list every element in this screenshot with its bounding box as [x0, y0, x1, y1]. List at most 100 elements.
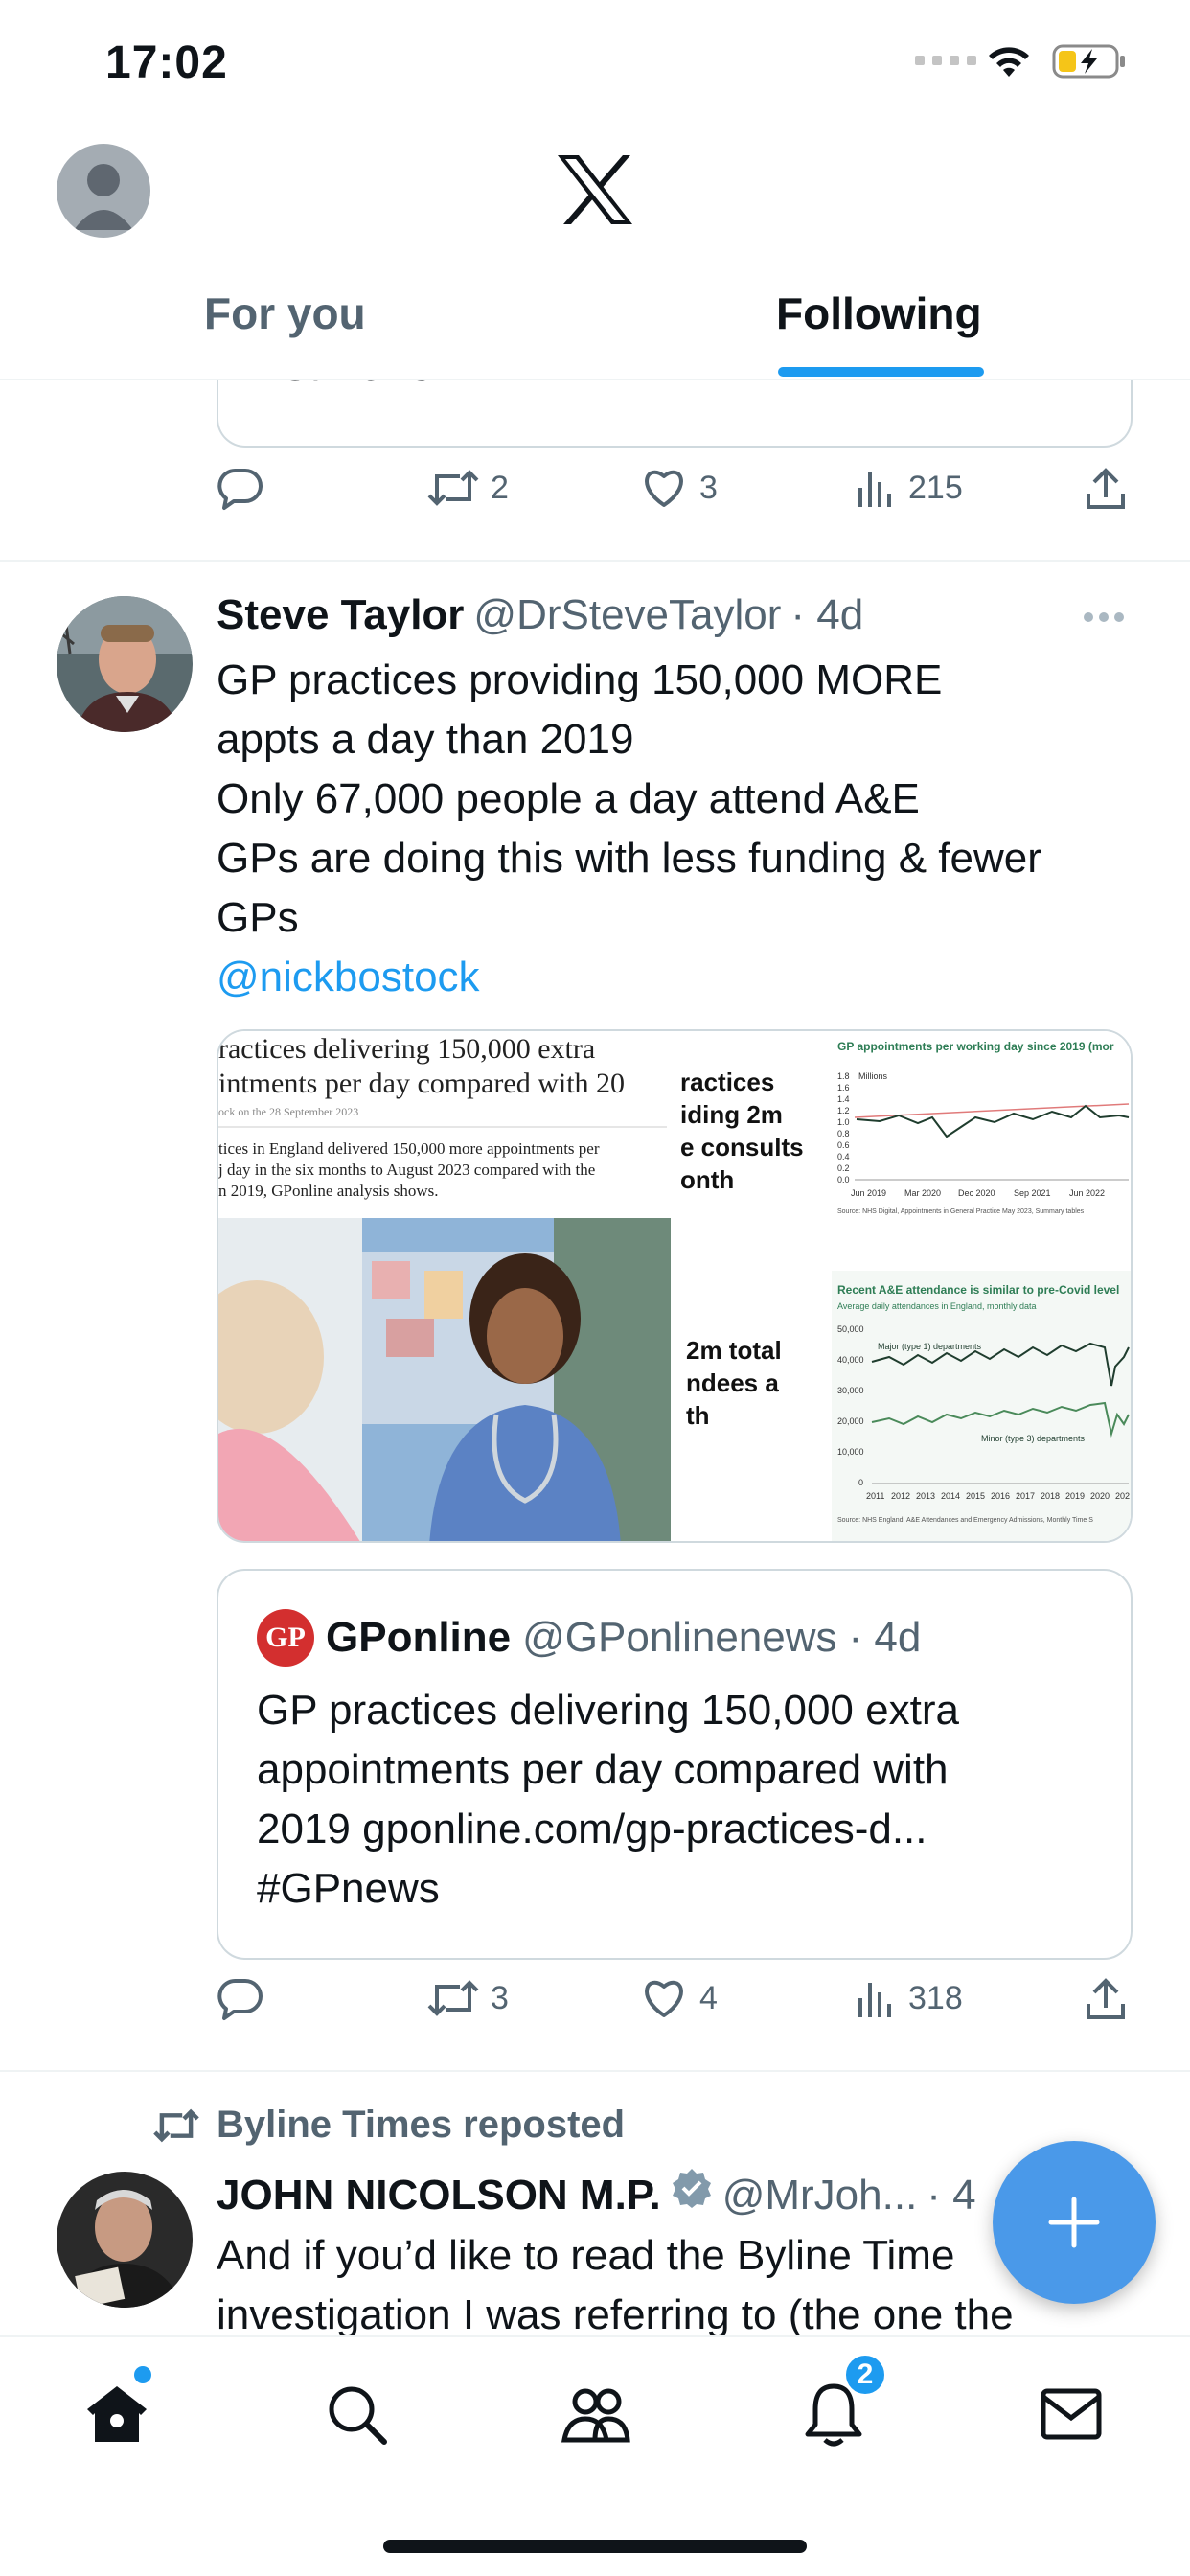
views-count: 215	[908, 469, 963, 506]
next-author-name[interactable]: JOHN NICOLSON M.P.	[217, 2172, 661, 2220]
quote-text: GP practices delivering 150,000 extra ap…	[257, 1681, 1110, 1919]
more-options-icon[interactable]	[1083, 610, 1125, 628]
mid-text: onth	[680, 1165, 734, 1194]
svg-text:1.6: 1.6	[837, 1083, 850, 1092]
quote-author-name: GPonline	[326, 1614, 512, 1661]
like-button[interactable]: 3	[640, 467, 718, 509]
chart2-source: Source: NHS England, A&E Attendances and…	[837, 1517, 1093, 1524]
like-button[interactable]: 4	[640, 1977, 718, 2019]
svg-text:1.4: 1.4	[837, 1094, 850, 1104]
article-text-2: j day in the six months to August 2023 c…	[218, 1161, 595, 1179]
svg-text:Dec 2020: Dec 2020	[958, 1188, 995, 1198]
retweet-button[interactable]: 3	[427, 1977, 509, 2019]
timeline-feed[interactable]: #GPnews 2 3 215	[0, 380, 1190, 2335]
author-name[interactable]: Steve Taylor	[217, 591, 464, 639]
chart2-minor-label: Minor (type 3) departments	[981, 1434, 1086, 1443]
battery-icon	[1052, 42, 1129, 85]
svg-text:2011: 2011	[866, 1491, 884, 1501]
wifi-icon	[985, 42, 1033, 85]
quote-time: · 4d	[848, 1614, 922, 1661]
svg-text:2019: 2019	[1065, 1491, 1085, 1501]
quoted-tweet[interactable]: GP GPonline @GPonlinenews · 4d GP practi…	[217, 1569, 1133, 1960]
tab-for-you[interactable]: For you	[204, 288, 366, 339]
views-button[interactable]: 215	[855, 467, 963, 509]
tweet-time[interactable]: · 4d	[790, 591, 863, 639]
quote-line: appointments per day compared with	[257, 1746, 949, 1793]
top-header: For you Following	[0, 134, 1190, 380]
heart-icon	[645, 470, 683, 507]
previous-link-card[interactable]: #GPnews	[217, 380, 1133, 448]
reply-icon	[217, 1979, 263, 2020]
article-text-1: tices in England delivered 150,000 more …	[218, 1139, 600, 1158]
reply-button[interactable]	[217, 1977, 264, 2021]
share-button[interactable]	[1085, 1977, 1127, 2021]
quote-line: 2019 gponline.com/gp-practices-d...	[257, 1806, 927, 1852]
profile-avatar-button[interactable]	[57, 144, 150, 238]
article-photo	[218, 1218, 671, 1541]
x-logo-icon[interactable]	[556, 153, 634, 231]
chart1-title: GP appointments per working day since 20…	[837, 1040, 1114, 1053]
next-tweet-time[interactable]: · 4	[927, 2172, 975, 2220]
svg-text:0.6: 0.6	[837, 1140, 850, 1150]
like-count: 3	[699, 469, 718, 506]
svg-text:1.2: 1.2	[837, 1106, 850, 1116]
steve-taylor-avatar[interactable]	[57, 596, 193, 732]
tweet-line: GP practices providing 150,000 MORE	[217, 656, 943, 703]
retweet-icon	[427, 470, 479, 506]
tweet-header: Steve Taylor @DrSteveTaylor · 4d	[217, 591, 863, 639]
reply-button[interactable]	[217, 467, 264, 511]
nav-home[interactable]	[79, 2376, 155, 2452]
svg-text:Jun 2019: Jun 2019	[851, 1188, 886, 1198]
active-tab-indicator	[778, 367, 984, 377]
svg-text:Sep 2021: Sep 2021	[1014, 1188, 1051, 1198]
divider	[0, 2070, 1190, 2072]
author-handle[interactable]: @DrSteveTaylor	[473, 591, 781, 639]
divider	[0, 560, 1190, 562]
svg-text:20,000: 20,000	[837, 1416, 864, 1426]
reply-icon	[217, 469, 263, 510]
mention-link[interactable]: @nickbostock	[217, 948, 1136, 1007]
views-button[interactable]: 318	[855, 1977, 963, 2019]
retweet-button[interactable]: 2	[427, 467, 509, 509]
retweet-count: 3	[491, 1979, 509, 2016]
svg-text:10,000: 10,000	[837, 1447, 864, 1457]
svg-text:2014: 2014	[941, 1491, 960, 1501]
tab-following[interactable]: Following	[776, 288, 982, 339]
nav-messages[interactable]	[1033, 2376, 1110, 2452]
mid-text: th	[686, 1401, 710, 1430]
share-button[interactable]	[1085, 467, 1127, 511]
svg-text:2017: 2017	[1016, 1491, 1035, 1501]
svg-text:2020: 2020	[1090, 1491, 1110, 1501]
next-tweet-header: JOHN NICOLSON M.P. @MrJoh... · 4	[217, 2167, 976, 2220]
quote-author-handle: @GPonlinenews	[522, 1614, 837, 1661]
john-nicolson-avatar[interactable]	[57, 2172, 193, 2308]
tweet-line: GPs are doing this with less funding & f…	[217, 835, 1041, 882]
nav-communities[interactable]	[558, 2376, 634, 2452]
article-meta: ock on the 28 September 2023	[218, 1105, 358, 1118]
article-title-2: intments per day compared with 20	[218, 1068, 625, 1099]
previous-tweet-actions: 2 3 215	[217, 467, 1133, 534]
verified-badge-icon	[672, 2169, 711, 2208]
compose-tweet-button[interactable]	[993, 2141, 1156, 2304]
home-icon	[87, 2386, 147, 2442]
status-bar: 17:02	[0, 0, 1190, 134]
chart1-unit: Millions	[858, 1071, 888, 1081]
quote-line: GP practices delivering 150,000 extra	[257, 1687, 959, 1734]
chart2-major-label: Major (type 1) departments	[878, 1342, 982, 1351]
tweet-line: appts a day than 2019	[217, 716, 634, 763]
chart2-title: Recent A&E attendance is similar to pre-…	[837, 1283, 1119, 1297]
svg-text:Jun 2022: Jun 2022	[1069, 1188, 1105, 1198]
mid-text: ndees a	[686, 1368, 779, 1397]
notifications-badge: 2	[843, 2353, 887, 2397]
tweet-media-image[interactable]: ractices delivering 150,000 extra intmen…	[217, 1029, 1133, 1543]
nav-search[interactable]	[318, 2376, 395, 2452]
previous-card-text: #GPnews	[257, 380, 431, 390]
quote-line: #GPnews	[257, 1865, 440, 1912]
retweet-count: 2	[491, 469, 509, 506]
next-author-handle[interactable]: @MrJoh...	[722, 2172, 918, 2220]
views-icon	[858, 472, 891, 507]
repost-indicator[interactable]: Byline Times reposted	[153, 2104, 625, 2147]
svg-text:0.2: 0.2	[837, 1163, 850, 1173]
mail-icon	[1041, 2388, 1102, 2440]
quote-header: GP GPonline @GPonlinenews · 4d	[257, 1609, 921, 1667]
